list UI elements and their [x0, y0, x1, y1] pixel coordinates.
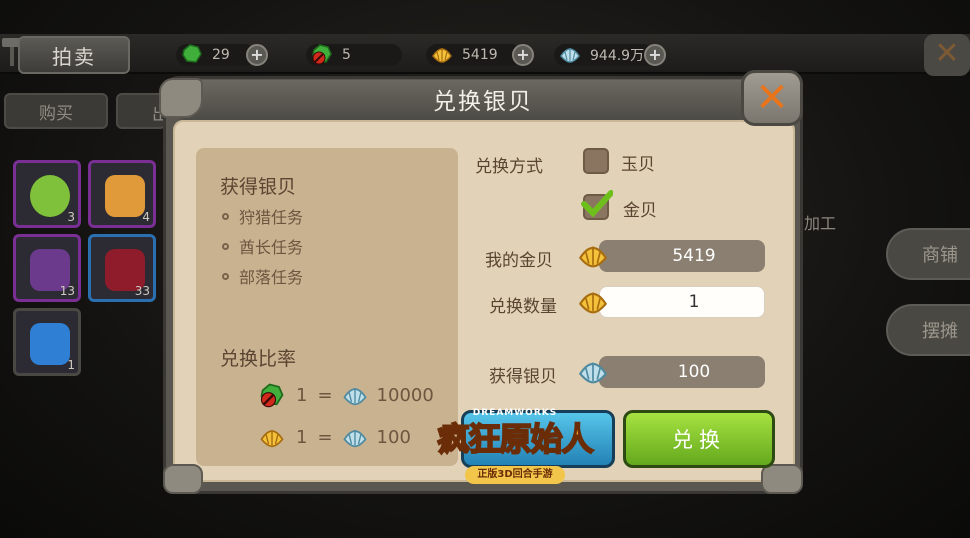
option-jade-checkbox[interactable] — [583, 148, 609, 174]
green-jade-bound-icon — [258, 381, 286, 409]
option-jade-label: 玉贝 — [621, 155, 655, 175]
add-silver-shell-button[interactable]: + — [644, 44, 666, 66]
my-gold-field: 5419 — [599, 240, 765, 272]
rate-row: 1 = 100 — [258, 422, 411, 452]
list-item: 狩猎任务 — [222, 204, 303, 228]
stone-decoration — [761, 464, 803, 494]
bullet-icon — [222, 212, 229, 220]
option-gold-label: 金贝 — [623, 201, 657, 221]
amber-gem-icon — [105, 175, 145, 217]
obtain-field: 100 — [599, 356, 765, 388]
green-jade-bound-icon — [310, 42, 334, 66]
slot-count: 4 — [142, 210, 150, 224]
side-label: 加工 — [804, 214, 837, 233]
add-jade-button[interactable]: + — [246, 44, 268, 66]
logo-subtitle: 正版3D回合手游 — [465, 466, 565, 484]
inventory-slot[interactable]: 4 — [88, 160, 156, 228]
check-icon — [581, 190, 613, 218]
rate-from: 1 — [296, 384, 308, 406]
logo-title: 疯狂原始人 — [436, 419, 594, 459]
gold-shell-icon — [258, 423, 286, 451]
resource-bound-jade-value: 5 — [342, 47, 351, 63]
green-gem-icon — [30, 175, 70, 217]
slot-count: 3 — [67, 210, 75, 224]
inventory-slot[interactable]: 13 — [13, 234, 81, 302]
add-gold-shell-button[interactable]: + — [512, 44, 534, 66]
rate-heading: 兑换比率 — [220, 348, 297, 370]
rate-equals: = — [317, 426, 333, 448]
rate-to: 100 — [376, 426, 411, 448]
quantity-label: 兑换数量 — [489, 297, 557, 317]
resource-gold-shell: 5419 + — [426, 42, 534, 66]
obtain-label: 获得银贝 — [489, 367, 557, 387]
rate-from: 1 — [296, 426, 308, 448]
auction-tab[interactable]: 拍卖 — [18, 36, 130, 74]
quantity-input[interactable]: 1 — [599, 286, 765, 318]
inventory-slot[interactable]: 3 — [13, 160, 81, 228]
gold-shell-icon — [575, 238, 611, 272]
rate-row: 1 = 10000 — [258, 380, 434, 410]
rate-equals: = — [317, 384, 333, 406]
silver-shell-icon — [558, 42, 582, 66]
inventory-slot[interactable]: 33 — [88, 234, 156, 302]
my-gold-label: 我的金贝 — [485, 251, 553, 271]
green-jade-icon — [180, 42, 204, 66]
inventory-slot[interactable]: 1 — [13, 308, 81, 376]
method-label: 兑换方式 — [475, 157, 543, 177]
bullet-icon — [222, 242, 229, 250]
rate-to: 10000 — [376, 384, 434, 406]
silver-shell-icon — [341, 381, 369, 409]
list-item: 酋长任务 — [222, 234, 303, 258]
resource-silver-shell-value: 944.9万 — [590, 48, 645, 64]
close-button[interactable]: ✕ — [741, 70, 803, 126]
resource-jade-value: 29 — [212, 47, 230, 63]
blue-stone-icon — [30, 323, 70, 365]
resource-silver-shell: 944.9万 + — [554, 42, 666, 66]
list-item: 部落任务 — [222, 264, 303, 288]
background-close-icon[interactable]: ✕ — [924, 34, 970, 76]
resource-bound-jade: 5 — [306, 44, 402, 66]
stall-button[interactable]: 摆摊 — [886, 304, 970, 356]
gold-shell-icon — [430, 42, 454, 66]
resource-gold-shell-value: 5419 — [462, 47, 498, 63]
resource-jade: 29 + — [176, 42, 268, 66]
bullet-icon — [222, 272, 229, 280]
game-logo: DREAMWORKS 疯狂原始人 正版3D回合手游 — [415, 408, 615, 488]
slot-count: 1 — [67, 358, 75, 372]
dialog-title: 兑换银贝 — [433, 89, 533, 115]
close-icon: ✕ — [755, 75, 789, 121]
tab-buy[interactable]: 购买 — [4, 93, 108, 129]
silver-shell-icon — [341, 423, 369, 451]
silver-shell-icon — [575, 354, 611, 388]
stone-decoration — [163, 464, 203, 494]
shop-button[interactable]: 商铺 — [886, 228, 970, 280]
slot-count: 33 — [134, 284, 150, 298]
exchange-button[interactable]: 兑换 — [623, 410, 775, 468]
option-gold-checkbox[interactable] — [581, 190, 613, 220]
slot-count: 13 — [59, 284, 75, 298]
gold-shell-icon — [575, 284, 611, 318]
obtain-heading: 获得银贝 — [220, 176, 297, 198]
